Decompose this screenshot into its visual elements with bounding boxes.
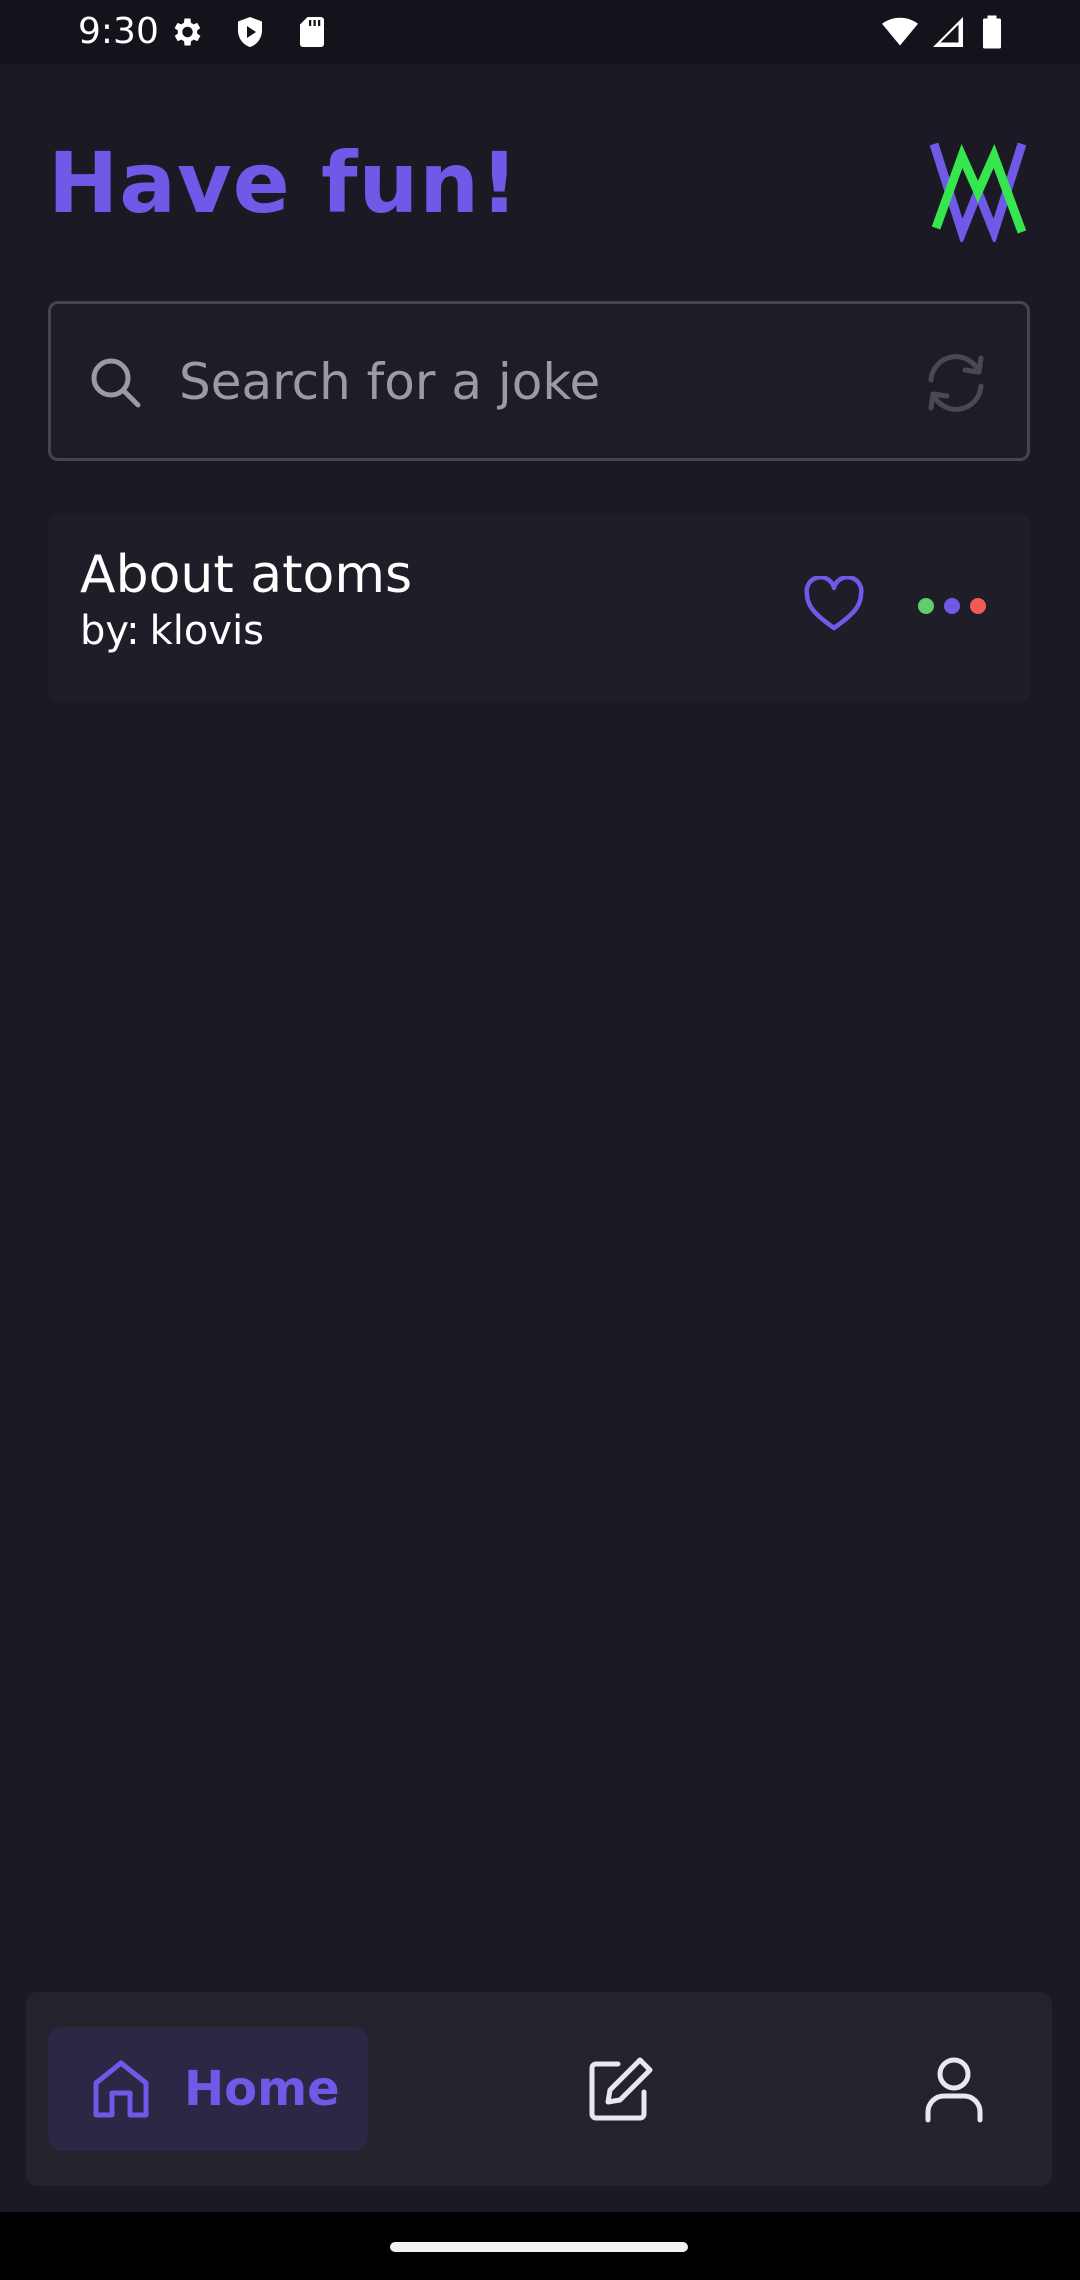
nav-home-label: Home: [184, 2061, 340, 2117]
dot-green: [918, 598, 934, 614]
bottom-navigation: Home: [26, 1992, 1052, 2186]
search-icon: [91, 358, 141, 408]
cell-signal-icon: [933, 17, 963, 47]
author-name: klovis: [149, 608, 265, 654]
search-bar: [48, 301, 1030, 461]
sd-card-icon: [300, 17, 324, 47]
dot-red: [970, 598, 986, 614]
author-prefix: by:: [80, 608, 140, 654]
gear-icon: [174, 18, 201, 46]
gesture-navigation-bar: [0, 2212, 1080, 2280]
profile-icon[interactable]: [924, 2054, 984, 2124]
refresh-icon[interactable]: [921, 352, 991, 414]
joke-title: About atoms: [80, 545, 413, 605]
search-input[interactable]: [179, 340, 919, 424]
edit-icon[interactable]: [584, 2054, 654, 2124]
home-icon: [93, 2060, 149, 2118]
heart-outline-icon[interactable]: [803, 576, 865, 634]
joke-author: by: klovis: [80, 606, 264, 656]
dot-purple: [944, 598, 960, 614]
app-logo-icon: [930, 142, 1026, 242]
nav-item-home[interactable]: Home: [48, 2027, 368, 2151]
shield-play-icon: [238, 17, 262, 47]
app-screen: 9:30 Have fun! Search for a joke About a…: [0, 0, 1080, 2280]
page-title: Have fun!: [48, 134, 520, 232]
status-time: 9:30: [78, 11, 159, 52]
wifi-icon: [882, 17, 918, 46]
status-bar: 9:30: [0, 0, 1080, 64]
battery-icon: [983, 15, 1001, 49]
more-dots-icon[interactable]: [918, 586, 998, 626]
home-gesture-handle[interactable]: [390, 2242, 688, 2252]
list-item[interactable]: About atoms by: klovis: [48, 514, 1030, 702]
